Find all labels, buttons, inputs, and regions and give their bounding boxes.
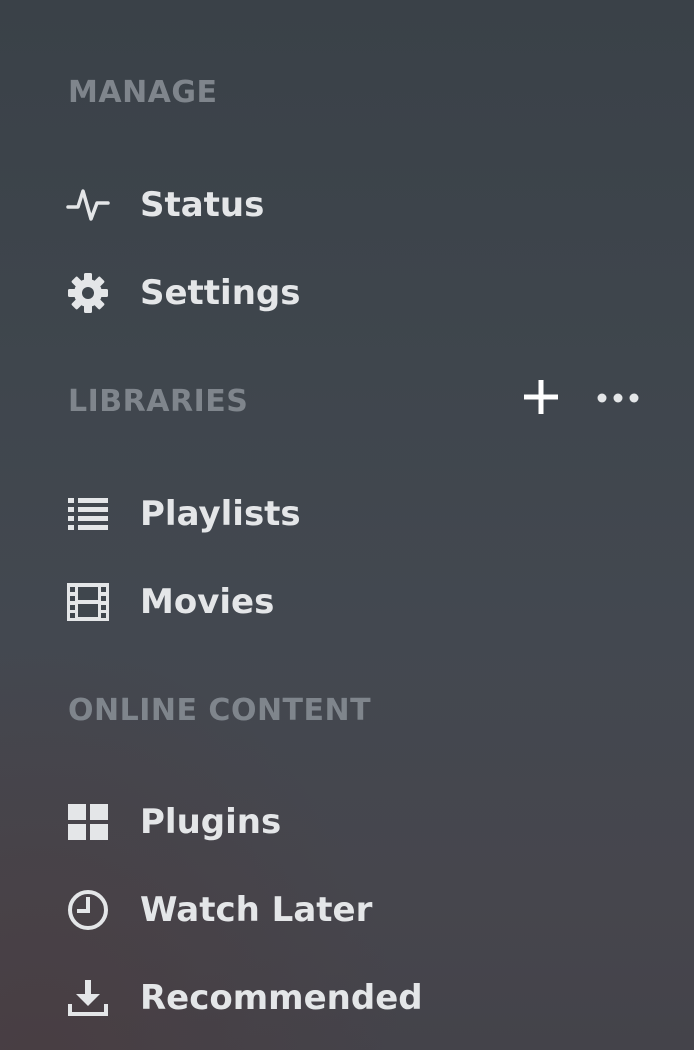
- film-icon: [60, 574, 116, 630]
- activity-icon: [60, 177, 116, 233]
- sidebar-item-label: Watch Later: [140, 890, 373, 930]
- download-icon: [60, 970, 116, 1026]
- more-icon: [596, 389, 640, 408]
- sidebar-item-settings[interactable]: Settings: [60, 263, 460, 323]
- sidebar-item-label: Recommended: [140, 978, 423, 1018]
- gear-icon: [60, 265, 116, 321]
- grid-icon: [60, 794, 116, 850]
- sidebar-item-playlists[interactable]: Playlists: [60, 484, 460, 544]
- sidebar-item-label: Plugins: [140, 802, 282, 842]
- sidebar-item-recommended[interactable]: Recommended: [60, 968, 460, 1028]
- plus-icon: [522, 378, 560, 420]
- add-library-button[interactable]: [518, 376, 564, 422]
- sidebar-item-watch-later[interactable]: Watch Later: [60, 880, 460, 940]
- sidebar-item-label: Movies: [140, 582, 275, 622]
- sidebar-item-status[interactable]: Status: [60, 175, 460, 235]
- section-header-manage: MANAGE: [68, 75, 218, 110]
- sidebar-item-label: Settings: [140, 273, 301, 313]
- section-header-libraries: LIBRARIES: [68, 384, 249, 419]
- sidebar-item-plugins[interactable]: Plugins: [60, 792, 460, 852]
- sidebar-item-movies[interactable]: Movies: [60, 572, 460, 632]
- more-options-button[interactable]: [592, 380, 644, 416]
- list-icon: [60, 486, 116, 542]
- sidebar-item-label: Playlists: [140, 494, 301, 534]
- section-header-online-content: ONLINE CONTENT: [68, 693, 372, 728]
- sidebar-item-label: Status: [140, 185, 265, 225]
- clock-icon: [60, 882, 116, 938]
